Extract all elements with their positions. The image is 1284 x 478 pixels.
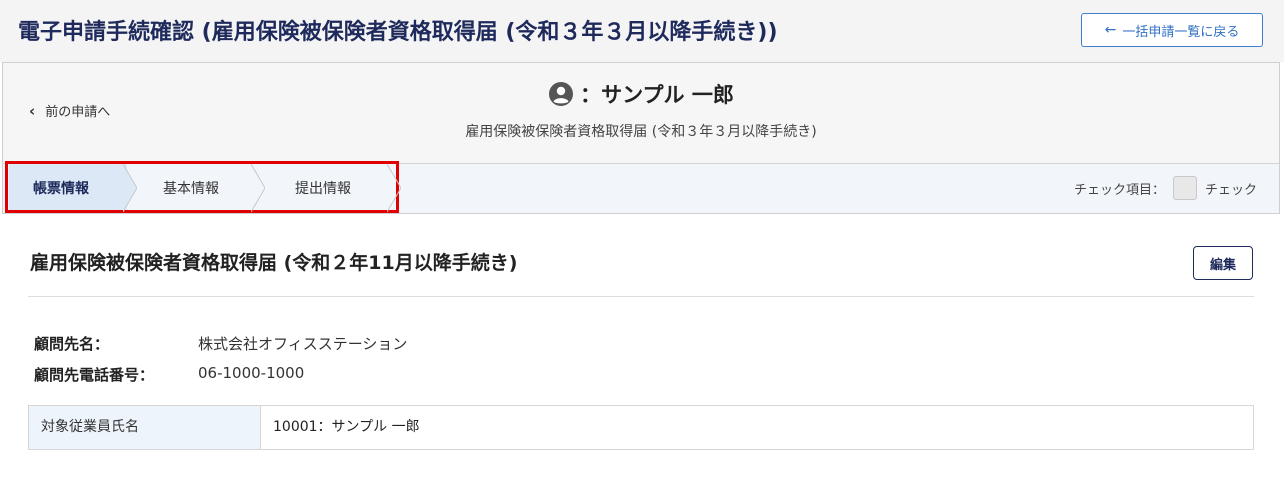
arrow-left-icon: ← <box>1104 22 1117 38</box>
section-title: 雇用保険被保険者資格取得届 (令和２年11月以降手続き) <box>30 252 518 274</box>
tab-submission-info-label: 提出情報 <box>295 181 351 197</box>
employee-table-value: 10001：サンプル 一郎 <box>273 419 420 435</box>
step-chevron-divider <box>123 164 137 212</box>
tab-basic-info[interactable]: 基本情報 <box>127 164 265 212</box>
check-checkbox[interactable] <box>1172 176 1197 200</box>
application-info-panel: ‹ 前の申請へ ：サンプル 一郎 雇用保険被保険者資格取得届 (令和３年３月以降… <box>2 62 1280 214</box>
section-divider <box>28 296 1254 297</box>
back-to-list-button[interactable]: ← 一括申請一覧に戻る <box>1081 13 1263 47</box>
step-chevron-divider <box>387 164 401 212</box>
employee-table-header: 対象従業員氏名 <box>29 406 261 449</box>
tab-form-info-label: 帳票情報 <box>33 181 89 197</box>
tab-submission-info[interactable]: 提出情報 <box>255 164 401 212</box>
form-subtitle: 雇用保険被保険者資格取得届 (令和３年３月以降手続き) <box>465 124 817 140</box>
user-circle-icon <box>549 82 574 106</box>
client-phone-label: 顧問先電話番号： <box>34 366 155 384</box>
client-name-row: 顧問先名： 株式会社オフィスステーション <box>34 333 407 354</box>
employee-table: 対象従業員氏名 10001：サンプル 一郎 <box>28 405 1254 450</box>
client-name-value: 株式会社オフィスステーション <box>198 335 408 353</box>
client-phone-value: 06-1000-1000 <box>198 364 305 382</box>
page-header: 電子申請手続確認 (雇用保険被保険者資格取得届 (令和３年３月以降手続き)) ←… <box>0 0 1284 62</box>
edit-button[interactable]: 編集 <box>1193 246 1253 280</box>
back-to-list-label: 一括申請一覧に戻る <box>1122 24 1240 40</box>
step-chevron-divider <box>251 164 265 212</box>
step-tab-bar: 帳票情報 基本情報 提出情報 チェック項目： チェック <box>3 161 1279 213</box>
check-checkbox-label: チェック <box>1204 182 1257 198</box>
tab-basic-info-label: 基本情報 <box>163 181 219 197</box>
step-tabs: 帳票情報 基本情報 提出情報 <box>9 164 401 212</box>
page-title: 電子申請手続確認 (雇用保険被保険者資格取得届 (令和３年３月以降手続き)) <box>18 20 778 45</box>
check-item-label: チェック項目： <box>1073 182 1165 198</box>
employee-name: ：サンプル 一郎 <box>580 83 734 107</box>
client-name-label: 顧問先名： <box>34 335 110 353</box>
client-phone-row: 顧問先電話番号： 06-1000-1000 <box>34 364 304 385</box>
check-item-area: チェック項目： チェック <box>1074 176 1257 200</box>
tab-form-info[interactable]: 帳票情報 <box>9 164 137 212</box>
employee-heading: ：サンプル 一郎 <box>3 79 1279 109</box>
